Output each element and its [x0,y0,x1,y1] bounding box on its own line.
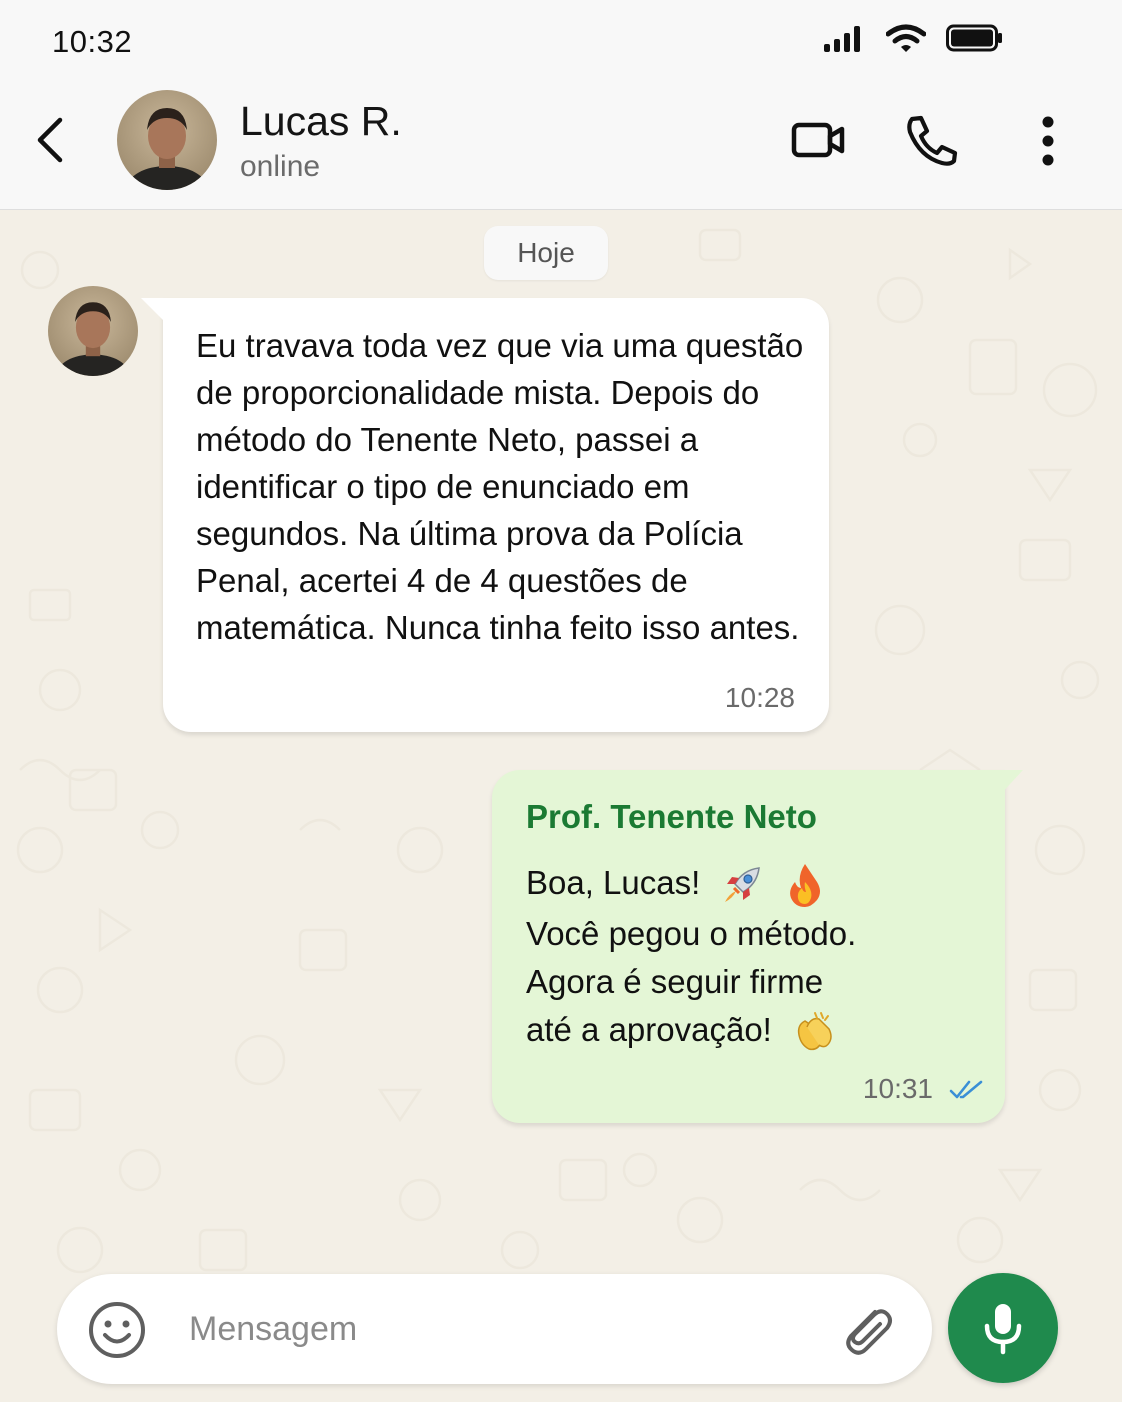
incoming-message[interactable]: Eu travava toda vez que via uma questão … [141,298,829,732]
video-call-button[interactable] [788,110,848,170]
message-time: 10:31 [862,1073,933,1104]
date-separator: Hoje [484,226,608,280]
voice-message-button[interactable] [948,1273,1058,1383]
message-time: 10:28 [724,682,795,713]
double-check-icon [949,1080,983,1099]
smiley-icon [89,1302,145,1358]
status-bar: 10:32 [0,0,1122,82]
message-line-text: Boa, Lucas! [526,864,701,901]
contact-name[interactable]: Lucas R. [240,98,402,145]
attach-button[interactable] [835,1298,899,1362]
clapping-hands-emoji-icon [797,1012,832,1051]
back-button[interactable] [28,110,76,170]
paperclip-icon [846,1309,892,1355]
message-text: Boa, Lucas! Você pegou o método. Agora é… [526,856,986,1054]
signal-icon [824,26,860,52]
more-options-button[interactable] [1018,110,1078,170]
message-line: Agora é seguir firme [526,958,986,1006]
emoji-button[interactable] [87,1300,147,1360]
sender-avatar[interactable] [48,286,138,376]
chevron-left-icon [37,117,63,163]
contact-status: online [240,150,321,183]
contact-avatar[interactable] [117,90,217,190]
outgoing-message[interactable]: Prof. Tenente Neto Boa, Lucas! Você pego… [492,770,1023,1123]
video-camera-icon [791,122,845,158]
message-composer [57,1274,932,1384]
avatar-photo [48,286,138,376]
message-line: Você pegou o método. [526,910,986,958]
message-line-text: Você pegou o método. [526,915,857,952]
message-line-text: Agora é seguir firme [526,963,824,1000]
fire-emoji-icon [789,864,820,908]
more-vertical-icon [1042,116,1054,166]
message-line-text: até a aprovação! [526,1011,772,1048]
wifi-icon [886,24,926,52]
battery-icon [946,24,1002,52]
message-text: Eu travava toda vez que via uma questão … [196,327,804,646]
status-time: 10:32 [52,24,133,59]
message-input[interactable] [189,1302,809,1356]
avatar-photo [117,90,217,190]
bubble-tail [999,770,1023,796]
chat-header: Lucas R. online [0,82,1122,210]
message-line: até a aprovação! [526,1006,986,1054]
sender-name: Prof. Tenente Neto [526,798,817,835]
phone-icon [907,115,958,166]
bubble-tail [141,298,167,324]
message-line: Boa, Lucas! [526,856,986,910]
rocket-emoji-icon [725,867,761,903]
chat-area[interactable]: Hoje Eu travava toda vez que via uma que… [0,210,1122,1402]
voice-call-button[interactable] [902,110,962,170]
microphone-icon [984,1304,1022,1355]
